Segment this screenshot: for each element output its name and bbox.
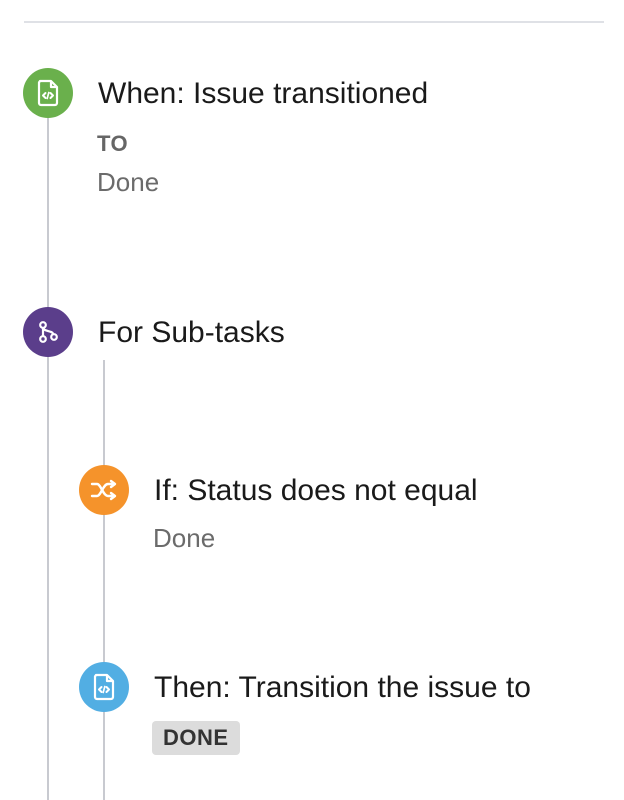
file-code-icon xyxy=(93,673,115,701)
trigger-file-code-icon[interactable] xyxy=(23,68,73,118)
condition-shuffle-icon[interactable] xyxy=(79,465,129,515)
status-lozenge: DONE xyxy=(152,721,240,755)
automation-rule-canvas: When: Issue transitioned TO Done For Sub… xyxy=(0,0,624,800)
trigger-title[interactable]: When: Issue transitioned xyxy=(98,76,428,112)
branch-flow-connector xyxy=(103,360,105,800)
branch-title[interactable]: For Sub-tasks xyxy=(98,315,285,351)
shuffle-icon xyxy=(90,479,117,501)
branch-icon xyxy=(39,321,58,343)
condition-value: Done xyxy=(153,523,216,553)
condition-title[interactable]: If: Status does not equal xyxy=(154,473,478,509)
branch-node-icon[interactable] xyxy=(23,307,73,357)
action-title[interactable]: Then: Transition the issue to xyxy=(154,670,531,706)
file-code-icon xyxy=(37,79,59,107)
action-file-code-icon[interactable] xyxy=(79,662,129,712)
top-divider xyxy=(24,21,604,23)
trigger-field-label: TO xyxy=(97,131,129,156)
main-flow-connector xyxy=(47,94,49,800)
trigger-field-value: Done xyxy=(97,167,160,197)
